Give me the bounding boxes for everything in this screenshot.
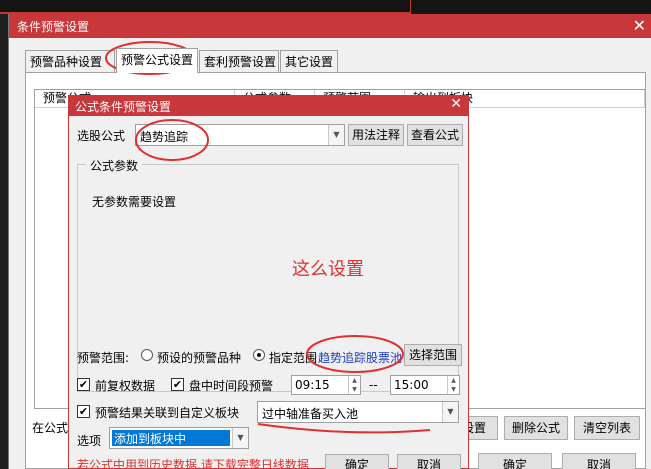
range-value-link[interactable]: 趋势追踪股票池 — [318, 349, 402, 366]
checkbox-link-block[interactable]: ✔ — [77, 405, 90, 418]
radio-specified-label: 指定范围 — [269, 351, 318, 365]
range-label: 预警范围: — [77, 351, 130, 365]
time-end-spinner-icon[interactable]: ▲ ▼ — [447, 376, 459, 394]
view-formula-button[interactable]: 查看公式 — [407, 124, 463, 146]
tab-other-settings[interactable]: 其它设置 — [280, 50, 338, 72]
dialog-title: 公式条件预警设置 — [75, 100, 172, 114]
formula-select-value: 趋势追踪 — [140, 130, 189, 144]
formula-condition-dialog: 公式条件预警设置 ✕ 选股公式 趋势追踪 ▼ 用法注释 查看公式 公式参数 无参… — [68, 95, 469, 469]
radio-specified-range[interactable] — [253, 349, 265, 361]
checkbox-intraday[interactable]: ✔ — [171, 378, 184, 391]
formula-label: 选股公式 — [77, 129, 126, 143]
time-separator: -- — [369, 378, 378, 392]
radio-preset-label: 预设的预警品种 — [157, 351, 242, 365]
annotation-text: 这么设置 — [292, 259, 364, 280]
checkbox-fuquan[interactable]: ✔ — [77, 378, 90, 391]
time-start-spinner-icon[interactable]: ▲ ▼ — [348, 376, 360, 394]
dialog-cancel-button[interactable]: 取消 — [397, 454, 461, 469]
window-title: 条件预警设置 — [17, 20, 90, 34]
block-select[interactable]: 过中轴准备买入池 ▼ — [257, 401, 459, 423]
no-params-text: 无参数需要设置 — [92, 195, 177, 209]
time-start-input[interactable]: 09:15 ▲ ▼ — [291, 375, 361, 395]
dialog-close-icon[interactable]: ✕ — [450, 96, 462, 112]
chevron-down-icon[interactable]: ▼ — [232, 428, 248, 448]
history-data-warning: 若公式中用到历史数据,请下载完整日线数据 — [77, 458, 309, 469]
time-end-input[interactable]: 15:00 ▲ ▼ — [390, 375, 460, 395]
formula-params-legend: 公式参数 — [86, 157, 143, 174]
chevron-down-icon[interactable]: ▼ — [328, 125, 344, 145]
checkbox-intraday-label: 盘中时间段预警 — [189, 379, 274, 393]
option-select[interactable]: 添加到板块中 ▼ — [109, 427, 249, 449]
background-red-divider — [410, 0, 411, 14]
window-cancel-button[interactable]: 取消 — [562, 453, 636, 469]
dialog-ok-button[interactable]: 确定 — [325, 454, 389, 469]
checkbox-link-block-label: 预警结果关联到自定义板块 — [95, 406, 240, 420]
dialog-titlebar[interactable]: 公式条件预警设置 ✕ — [69, 96, 468, 116]
window-titlebar[interactable]: 条件预警设置 ✕ — [9, 14, 651, 38]
tab-formula-settings[interactable]: 预警公式设置 — [116, 48, 198, 73]
tab-symbol-settings[interactable]: 预警品种设置 — [25, 50, 115, 72]
option-select-value: 添加到板块中 — [112, 430, 230, 446]
background-strip — [0, 0, 651, 14]
block-select-value: 过中轴准备买入池 — [262, 407, 359, 421]
window-ok-button[interactable]: 确定 — [478, 453, 552, 469]
clear-list-button[interactable]: 清空列表 — [574, 416, 640, 440]
checkbox-fuquan-label: 前复权数据 — [95, 379, 156, 393]
radio-preset-range[interactable] — [141, 349, 153, 361]
add-formula-label: 在公式 — [32, 421, 69, 435]
window-close-icon[interactable]: ✕ — [633, 16, 646, 35]
tab-arbitrage-settings[interactable]: 套利预警设置 — [199, 50, 279, 72]
delete-formula-button[interactable]: 删除公式 — [504, 416, 568, 440]
option-label: 选项 — [77, 434, 102, 448]
time-end-value: 15:00 — [394, 378, 429, 392]
time-start-value: 09:15 — [295, 378, 330, 392]
formula-select[interactable]: 趋势追踪 ▼ — [135, 124, 345, 146]
usage-notes-button[interactable]: 用法注释 — [348, 124, 404, 146]
select-range-button[interactable]: 选择范围 — [404, 344, 462, 366]
chevron-down-icon[interactable]: ▼ — [442, 402, 458, 422]
